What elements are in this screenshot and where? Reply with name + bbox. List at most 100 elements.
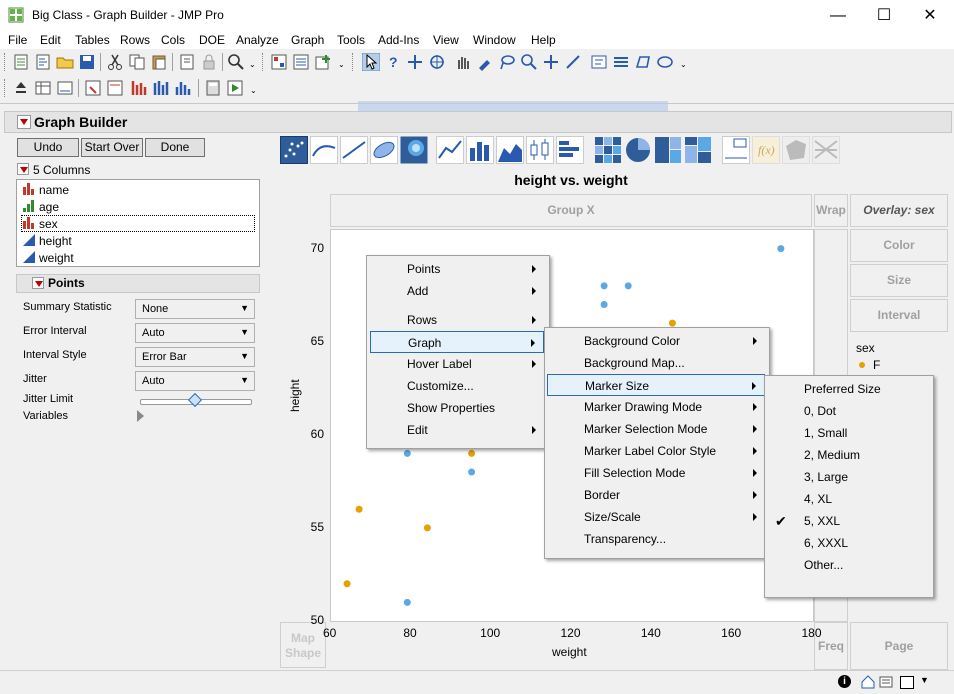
- journal-icon[interactable]: [178, 53, 196, 71]
- x-axis[interactable]: 60 80 100 120 140 160 180: [323, 626, 822, 642]
- line-element-icon[interactable]: [436, 136, 464, 164]
- data-point[interactable]: [403, 598, 411, 606]
- oval-tool-icon[interactable]: [656, 53, 674, 71]
- toolbar-overflow-icon[interactable]: ⌄: [338, 60, 345, 69]
- column-item-sex[interactable]: sex: [21, 215, 255, 232]
- menu-item-marker-selection-mode[interactable]: Marker Selection Mode: [547, 418, 765, 440]
- menu-item-rows[interactable]: Rows: [370, 309, 544, 331]
- overlay-zone[interactable]: Overlay: sex: [850, 194, 948, 227]
- search-icon[interactable]: [227, 53, 245, 71]
- data-point[interactable]: [668, 319, 676, 327]
- menu-graph[interactable]: Graph: [291, 33, 324, 47]
- window-list-icon[interactable]: [878, 674, 894, 690]
- minimize-button[interactable]: —: [815, 0, 861, 31]
- fit-model-icon[interactable]: [130, 79, 148, 97]
- data-point[interactable]: [624, 282, 632, 290]
- histogram-element-icon[interactable]: [556, 136, 584, 164]
- tabulate-icon[interactable]: [34, 79, 52, 97]
- new-script-icon[interactable]: [34, 53, 52, 71]
- distribution-icon[interactable]: [84, 79, 102, 97]
- page-zone[interactable]: Page: [850, 622, 948, 670]
- menu-item-edit[interactable]: Edit: [370, 419, 544, 441]
- calculator-icon[interactable]: [204, 79, 222, 97]
- chevron-down-icon[interactable]: ▼: [920, 675, 929, 685]
- heatmap-element-icon[interactable]: [594, 136, 622, 164]
- menu-item-add[interactable]: Add: [370, 280, 544, 302]
- home-icon[interactable]: [860, 674, 876, 690]
- lock-icon[interactable]: [200, 53, 218, 71]
- interval-zone[interactable]: Interval: [850, 299, 948, 332]
- menu-item-other[interactable]: Other...: [767, 554, 929, 576]
- menu-item-0-dot[interactable]: 0, Dot: [767, 400, 929, 422]
- home-window-icon[interactable]: [292, 53, 310, 71]
- menu-edit[interactable]: Edit: [40, 33, 61, 47]
- menu-doe[interactable]: DOE: [199, 33, 225, 47]
- mosaic-element-icon[interactable]: [684, 136, 712, 164]
- menu-view[interactable]: View: [433, 33, 459, 47]
- line-tool-icon[interactable]: [564, 53, 582, 71]
- column-item-name[interactable]: name: [21, 181, 255, 198]
- toolbar-grip[interactable]: [352, 53, 356, 71]
- smoother-element-icon[interactable]: [310, 136, 338, 164]
- pie-element-icon[interactable]: [624, 136, 652, 164]
- menu-item-4-xl[interactable]: 4, XL: [767, 488, 929, 510]
- menu-item-5-xxl[interactable]: 5, XXL ✔: [767, 510, 929, 532]
- paste-icon[interactable]: [150, 53, 168, 71]
- menu-item-customize[interactable]: Customize...: [370, 375, 544, 397]
- report-icon[interactable]: [56, 79, 74, 97]
- data-point[interactable]: [355, 505, 363, 513]
- new-table-icon[interactable]: [12, 53, 30, 71]
- toolbar-overflow-icon[interactable]: ⌄: [249, 60, 256, 69]
- window-select-icon[interactable]: [900, 676, 914, 689]
- undo-button[interactable]: Undo: [17, 138, 79, 157]
- menu-item-show-properties[interactable]: Show Properties: [370, 397, 544, 419]
- bar-element-icon[interactable]: [466, 136, 494, 164]
- menu-cols[interactable]: Cols: [161, 33, 185, 47]
- done-button[interactable]: Done: [145, 138, 205, 157]
- data-point[interactable]: [343, 580, 351, 588]
- menu-help[interactable]: Help: [531, 33, 556, 47]
- ellipse-element-icon[interactable]: [370, 136, 398, 164]
- data-point[interactable]: [403, 449, 411, 457]
- toolbar-overflow-icon[interactable]: ⌄: [680, 60, 687, 69]
- menu-tables[interactable]: Tables: [75, 33, 110, 47]
- group-x-zone[interactable]: Group X: [330, 194, 812, 227]
- help-tool-icon[interactable]: ?: [384, 53, 402, 71]
- x-axis-title[interactable]: weight: [552, 645, 587, 659]
- menu-item-border[interactable]: Border: [547, 484, 765, 506]
- menu-item-transparency[interactable]: Transparency...: [547, 528, 765, 550]
- toolbar-overflow-icon[interactable]: ⌄: [250, 86, 257, 95]
- menu-rows[interactable]: Rows: [120, 33, 150, 47]
- copy-icon[interactable]: [128, 53, 146, 71]
- formula-element-icon[interactable]: f(x): [752, 136, 780, 164]
- data-point[interactable]: [777, 245, 785, 253]
- lines-tool-icon[interactable]: [612, 53, 630, 71]
- menu-item-points[interactable]: Points: [370, 258, 544, 280]
- toolbar-grip[interactable]: [4, 79, 8, 97]
- menu-item-background-color[interactable]: Background Color: [547, 330, 765, 352]
- columns-menu-icon[interactable]: [17, 163, 29, 175]
- maximize-button[interactable]: ☐: [861, 0, 907, 31]
- menu-item-1-small[interactable]: 1, Small: [767, 422, 929, 444]
- wrap-zone[interactable]: Wrap: [814, 194, 848, 227]
- menu-file[interactable]: File: [8, 33, 27, 47]
- map-shape-zone[interactable]: Map Shape: [280, 622, 326, 668]
- points-element-icon[interactable]: [280, 136, 308, 164]
- menu-item-preferred-size[interactable]: Preferred Size: [767, 378, 929, 400]
- data-point[interactable]: [468, 468, 476, 476]
- menu-item-hover-label[interactable]: Hover Label: [370, 353, 544, 375]
- start-over-button[interactable]: Start Over: [81, 138, 143, 157]
- menu-add-ins[interactable]: Add-Ins: [378, 33, 419, 47]
- menu-item-fill-selection-mode[interactable]: Fill Selection Mode: [547, 462, 765, 484]
- annotate-tool-icon[interactable]: [590, 53, 608, 71]
- polygon-tool-icon[interactable]: [634, 53, 652, 71]
- menu-window[interactable]: Window: [473, 33, 516, 47]
- points-menu-icon[interactable]: [32, 277, 44, 289]
- summary-statistic-select[interactable]: None ▼: [135, 299, 255, 319]
- jitter-select[interactable]: Auto ▼: [135, 371, 255, 391]
- cut-icon[interactable]: [106, 53, 124, 71]
- menu-item-marker-drawing-mode[interactable]: Marker Drawing Mode: [547, 396, 765, 418]
- sort-icon[interactable]: [12, 79, 30, 97]
- menu-item-marker-size[interactable]: Marker Size: [547, 374, 765, 396]
- save-icon[interactable]: [78, 53, 96, 71]
